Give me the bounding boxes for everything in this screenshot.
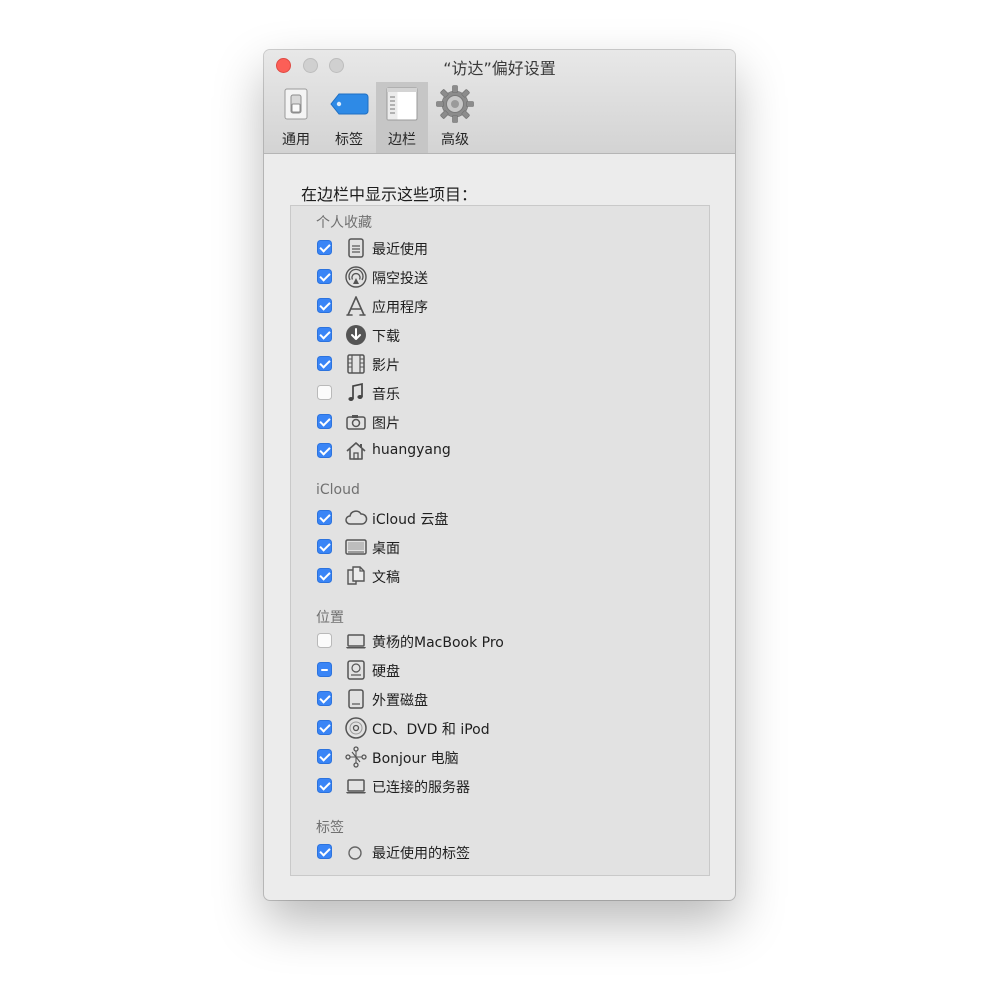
checkbox-downloads[interactable] bbox=[317, 327, 332, 342]
list-item-label: CD、DVD 和 iPod bbox=[372, 722, 490, 738]
gear-icon bbox=[436, 85, 474, 123]
recents-icon bbox=[348, 238, 364, 258]
list-item-airdrop[interactable]: 隔空投送 bbox=[264, 264, 735, 290]
tab-general-label: 通用 bbox=[282, 132, 310, 148]
list-item-desktop[interactable]: 桌面 bbox=[264, 534, 735, 560]
checkbox-bonjour[interactable] bbox=[317, 749, 332, 764]
list-item-label: 桌面 bbox=[372, 541, 400, 557]
tab-general[interactable]: 通用 bbox=[270, 82, 322, 153]
list-item-label: 下载 bbox=[372, 329, 400, 345]
list-item-label: 文稿 bbox=[372, 570, 400, 586]
list-item-label: 外置磁盘 bbox=[372, 693, 428, 709]
switch-icon bbox=[284, 88, 308, 120]
tab-sidebar[interactable]: 边栏 bbox=[376, 82, 428, 153]
checkbox-disc[interactable] bbox=[317, 720, 332, 735]
checkbox-hard-disk[interactable] bbox=[317, 662, 332, 677]
list-item-label: 硬盘 bbox=[372, 664, 400, 680]
section-header-locations: 位置 bbox=[316, 610, 344, 626]
checkbox-pictures[interactable] bbox=[317, 414, 332, 429]
airdrop-icon bbox=[345, 266, 367, 288]
checkbox-external-disk[interactable] bbox=[317, 691, 332, 706]
tab-advanced[interactable]: 高级 bbox=[429, 82, 481, 153]
list-item-disc[interactable]: CD、DVD 和 iPod bbox=[264, 715, 735, 741]
list-item-bonjour[interactable]: Bonjour 电脑 bbox=[264, 744, 735, 770]
home-icon bbox=[346, 442, 366, 460]
music-icon bbox=[348, 382, 363, 401]
list-item-applications[interactable]: 应用程序 bbox=[264, 293, 735, 319]
list-item-label: iCloud 云盘 bbox=[372, 512, 449, 528]
cloud-icon bbox=[345, 510, 368, 525]
section-header-icloud: iCloud bbox=[316, 482, 360, 498]
checkbox-music[interactable] bbox=[317, 385, 332, 400]
checkbox-movies[interactable] bbox=[317, 356, 332, 371]
list-item-macbook[interactable]: 黄杨的MacBook Pro bbox=[264, 628, 735, 654]
window-title: “访达”偏好设置 bbox=[443, 59, 556, 78]
disc-icon bbox=[345, 717, 367, 739]
list-item-label: 已连接的服务器 bbox=[372, 780, 470, 796]
section-header-favorites: 个人收藏 bbox=[316, 215, 372, 231]
camera-icon bbox=[346, 415, 366, 430]
list-item-movies[interactable]: 影片 bbox=[264, 351, 735, 377]
tab-sidebar-label: 边栏 bbox=[388, 132, 416, 148]
download-icon bbox=[346, 325, 366, 345]
list-item-downloads[interactable]: 下载 bbox=[264, 322, 735, 348]
list-item-icloud-drive[interactable]: iCloud 云盘 bbox=[264, 505, 735, 531]
list-item-label: 应用程序 bbox=[372, 300, 428, 316]
list-item-recents[interactable]: 最近使用 bbox=[264, 235, 735, 261]
bonjour-icon bbox=[345, 746, 367, 768]
toolbar: “访达”偏好设置 通用 标签 边栏 高级 bbox=[264, 50, 735, 154]
film-icon bbox=[347, 354, 365, 374]
hard-disk-icon bbox=[347, 660, 365, 680]
list-item-label: 隔空投送 bbox=[372, 271, 428, 287]
documents-icon bbox=[347, 566, 365, 585]
checkbox-icloud-drive[interactable] bbox=[317, 510, 332, 525]
list-item-recent-tags[interactable]: 最近使用的标签 bbox=[264, 839, 735, 865]
list-item-external-disk[interactable]: 外置磁盘 bbox=[264, 686, 735, 712]
list-item-label: 影片 bbox=[372, 358, 400, 374]
tab-advanced-label: 高级 bbox=[441, 132, 469, 148]
sidebar-icon bbox=[386, 87, 418, 121]
list-item-music[interactable]: 音乐 bbox=[264, 380, 735, 406]
checkbox-recents[interactable] bbox=[317, 240, 332, 255]
desktop-icon bbox=[345, 539, 367, 555]
list-item-hard-disk[interactable]: 硬盘 bbox=[264, 657, 735, 683]
checkbox-home[interactable] bbox=[317, 443, 332, 458]
list-item-pictures[interactable]: 图片 bbox=[264, 409, 735, 435]
checkbox-recent-tags[interactable] bbox=[317, 844, 332, 859]
checkbox-documents[interactable] bbox=[317, 568, 332, 583]
list-item-label: huangyang bbox=[372, 442, 451, 458]
tab-tags[interactable]: 标签 bbox=[323, 82, 375, 153]
list-item-documents[interactable]: 文稿 bbox=[264, 563, 735, 589]
list-item-label: 音乐 bbox=[372, 387, 400, 403]
list-item-label: 黄杨的MacBook Pro bbox=[372, 635, 504, 651]
tab-tags-label: 标签 bbox=[335, 132, 363, 148]
laptop-icon bbox=[346, 634, 366, 649]
checkbox-desktop[interactable] bbox=[317, 539, 332, 554]
finder-preferences-window: “访达”偏好设置 通用 标签 边栏 高级 在边栏中显示这些项目： 个人收藏 最近… bbox=[264, 50, 735, 900]
content-heading: 在边栏中显示这些项目： bbox=[301, 185, 478, 204]
tag-circle-icon bbox=[348, 846, 362, 860]
list-item-label: 最近使用 bbox=[372, 242, 428, 258]
server-icon bbox=[346, 779, 366, 794]
checkbox-macbook[interactable] bbox=[317, 633, 332, 648]
list-item-label: Bonjour 电脑 bbox=[372, 751, 459, 767]
tag-icon bbox=[330, 93, 369, 115]
list-item-label: 最近使用的标签 bbox=[372, 846, 470, 862]
section-header-tags: 标签 bbox=[316, 820, 344, 836]
list-item-connected-servers[interactable]: 已连接的服务器 bbox=[264, 773, 735, 799]
list-item-home[interactable]: huangyang bbox=[264, 438, 735, 464]
checkbox-airdrop[interactable] bbox=[317, 269, 332, 284]
checkbox-applications[interactable] bbox=[317, 298, 332, 313]
list-item-label: 图片 bbox=[372, 416, 400, 432]
applications-icon bbox=[346, 296, 366, 316]
external-disk-icon bbox=[348, 689, 364, 709]
checkbox-connected-servers[interactable] bbox=[317, 778, 332, 793]
